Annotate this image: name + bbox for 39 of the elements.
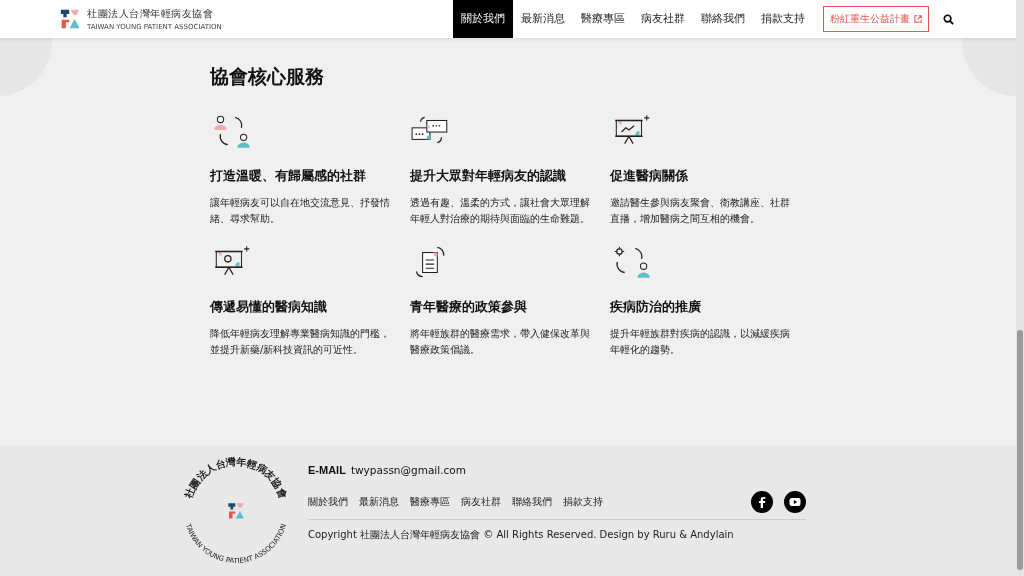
service-description: 透過有趣、溫柔的方式，讓社會大眾理解年輕人對治療的期待與面臨的生命難題。 — [410, 196, 591, 226]
service-description: 將年輕族群的醫療需求，帶入健保改革與醫療政策倡議。 — [410, 327, 591, 357]
nav-link[interactable]: 捐款支持 — [753, 0, 813, 38]
footer-link[interactable]: 聯絡我們 — [512, 495, 552, 509]
footer-link[interactable]: 醫療專區 — [410, 495, 450, 509]
scrollbar-thumb[interactable] — [1017, 330, 1023, 570]
nav-link[interactable]: 最新消息 — [513, 0, 573, 38]
service-description: 邀請醫生參與病友聚會、衛教講座、社群直播，增加醫病之間互相的機會。 — [610, 196, 791, 226]
logo-icon — [228, 503, 245, 519]
service-description: 提升年輕族群對疾病的認識，以減緩疾病年輕化的趨勢。 — [610, 327, 791, 357]
email-label: E-MAIL — [308, 464, 346, 476]
copyright-text: Copyright 社團法人台灣年輕病友協會 © All Rights Reserved. Design by Ruru & Andylain — [308, 528, 735, 542]
footer-link[interactable]: 最新消息 — [359, 495, 399, 509]
logo-title: 社團法人台灣年輕病友協會 — [87, 7, 214, 21]
nav-link[interactable]: 聯絡我們 — [693, 0, 753, 38]
facebook-icon[interactable] — [751, 491, 773, 513]
footer-link[interactable]: 捐款支持 — [563, 495, 603, 509]
service-description: 降低年輕病友理解專業醫病知識的門檻，並提升新藥/新科技資訊的可近性。 — [210, 327, 391, 357]
service-title: 提升大眾對年輕病友的認識 — [410, 168, 567, 185]
nav-link[interactable]: 醫療專區 — [573, 0, 633, 38]
external-link-icon — [914, 15, 922, 23]
service-title: 打造溫暖、有歸屬感的社群 — [210, 168, 367, 185]
seal-title: 社團法人台灣年輕病友協會 — [182, 455, 290, 500]
email-link[interactable]: twypassn@gmail.com — [350, 464, 466, 476]
service-title: 促進醫病關係 — [610, 168, 689, 185]
nav-link[interactable]: 病友社群 — [633, 0, 693, 38]
logo-icon — [60, 9, 80, 29]
youtube-icon[interactable] — [784, 491, 806, 513]
scrollbar[interactable] — [1016, 0, 1024, 576]
nav-link[interactable]: 關於我們 — [453, 0, 513, 38]
service-title: 青年醫療的政策參與 — [410, 299, 528, 316]
footer-link[interactable]: 關於我們 — [308, 495, 348, 509]
service-title: 傳遞易懂的醫病知識 — [210, 299, 328, 316]
footer-link[interactable]: 病友社群 — [461, 495, 501, 509]
search-icon[interactable] — [943, 13, 954, 25]
service-title: 疾病防治的推廣 — [610, 299, 702, 316]
service-description: 讓年輕病友可以自在地交流意見、抒發情緒、尋求幫助。 — [210, 196, 391, 226]
cta-button[interactable]: 粉紅重生公益計畫 — [823, 6, 929, 32]
section-title: 協會核心服務 — [210, 64, 325, 89]
